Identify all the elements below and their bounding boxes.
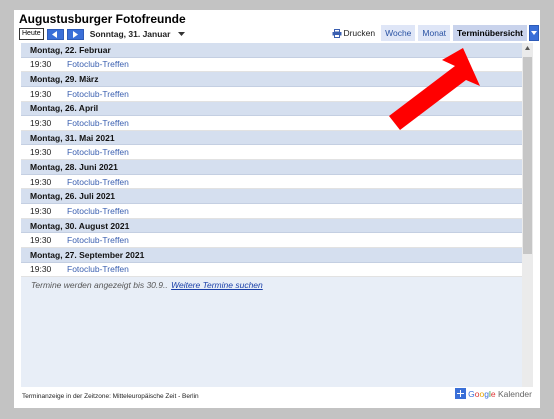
range-note-text: Termine werden angezeigt bis 30.9..: [31, 280, 168, 291]
event-title-link[interactable]: Fotoclub-Treffen: [67, 59, 129, 69]
event-time: 19:30: [30, 117, 52, 128]
print-label: Drucken: [343, 28, 376, 38]
current-date-label[interactable]: Sonntag, 31. Januar: [90, 29, 171, 39]
event-title-link[interactable]: Fotoclub-Treffen: [67, 206, 129, 216]
event-row[interactable]: 19:30 Fotoclub-Treffen: [21, 174, 522, 190]
tab-agenda[interactable]: Terminübersicht: [453, 25, 527, 41]
google-logo: Google Kalender: [468, 389, 532, 399]
date-picker-dropdown[interactable]: [176, 29, 186, 39]
day-header: Montag, 26. April: [21, 101, 522, 117]
next-button[interactable]: [66, 28, 84, 40]
vertical-scrollbar[interactable]: [522, 43, 533, 387]
event-title-link[interactable]: Fotoclub-Treffen: [67, 89, 129, 99]
event-time: 19:30: [30, 264, 52, 275]
date-navigation: Heute Sonntag, 31. Januar: [19, 27, 186, 41]
event-row[interactable]: 19:30 Fotoclub-Treffen: [21, 145, 522, 161]
event-title-link[interactable]: Fotoclub-Treffen: [67, 147, 129, 157]
event-row[interactable]: 19:30 Fotoclub-Treffen: [21, 233, 522, 249]
prev-button[interactable]: [46, 28, 64, 40]
print-button[interactable]: Drucken: [332, 25, 375, 41]
event-row[interactable]: 19:30 Fotoclub-Treffen: [21, 262, 522, 278]
day-header: Montag, 22. Februar: [21, 43, 522, 58]
event-title-link[interactable]: Fotoclub-Treffen: [67, 264, 129, 274]
event-time: 19:30: [30, 147, 52, 158]
more-events-link[interactable]: Weitere Termine suchen: [171, 280, 263, 290]
day-header: Montag, 27. September 2021: [21, 248, 522, 263]
day-header: Montag, 28. Juni 2021: [21, 160, 522, 175]
range-note: Termine werden angezeigt bis 30.9.. Weit…: [21, 277, 522, 290]
event-row[interactable]: 19:30 Fotoclub-Treffen: [21, 116, 522, 131]
scroll-up-arrow-icon: [525, 45, 530, 50]
google-calendar-badge[interactable]: Google Kalender: [455, 388, 532, 399]
timezone-note: Terminanzeige in der Zeitzone: Mitteleur…: [22, 393, 199, 400]
tab-week[interactable]: Woche: [381, 25, 416, 41]
caret-down-icon: [531, 31, 537, 35]
kalender-word: Kalender: [497, 388, 532, 399]
agenda-view: Montag, 22. Februar 19:30 Fotoclub-Treffen…: [21, 43, 533, 387]
event-title-link[interactable]: Fotoclub-Treffen: [67, 177, 129, 187]
view-menu-button[interactable]: [529, 25, 539, 41]
agenda-list: Montag, 22. Februar 19:30 Fotoclub-Treffen…: [21, 43, 522, 387]
plus-icon: [455, 388, 467, 399]
today-button[interactable]: Heute: [19, 28, 44, 40]
tab-month[interactable]: Monat: [418, 25, 451, 41]
event-title-link[interactable]: Fotoclub-Treffen: [67, 235, 129, 245]
day-header: Montag, 30. August 2021: [21, 218, 522, 234]
day-header: Montag, 29. März: [21, 72, 522, 87]
chevron-right-icon: [73, 30, 79, 38]
event-time: 19:30: [30, 59, 52, 70]
event-time: 19:30: [30, 88, 52, 99]
event-row[interactable]: 19:30 Fotoclub-Treffen: [21, 86, 522, 102]
chevron-left-icon: [52, 30, 58, 38]
calendar-embed: Augustusburger Fotofreunde Heute Sonntag…: [14, 10, 540, 408]
scroll-up-button[interactable]: [522, 43, 533, 52]
event-time: 19:30: [30, 176, 52, 187]
day-header: Montag, 26. Juli 2021: [21, 189, 522, 204]
event-row[interactable]: 19:30 Fotoclub-Treffen: [21, 57, 522, 73]
event-title-link[interactable]: Fotoclub-Treffen: [67, 118, 129, 128]
event-row[interactable]: 19:30 Fotoclub-Treffen: [21, 203, 522, 219]
view-switcher: Drucken Woche Monat Terminübersicht: [332, 25, 539, 41]
calendar-title: Augustusburger Fotofreunde: [19, 12, 186, 26]
google-logo-word: Google: [468, 388, 496, 399]
scrollbar-thumb[interactable]: [523, 57, 532, 254]
event-time: 19:30: [30, 205, 52, 216]
event-time: 19:30: [30, 235, 52, 246]
printer-icon: [332, 28, 342, 38]
day-header: Montag, 31. Mai 2021: [21, 130, 522, 146]
caret-down-icon: [177, 31, 185, 36]
